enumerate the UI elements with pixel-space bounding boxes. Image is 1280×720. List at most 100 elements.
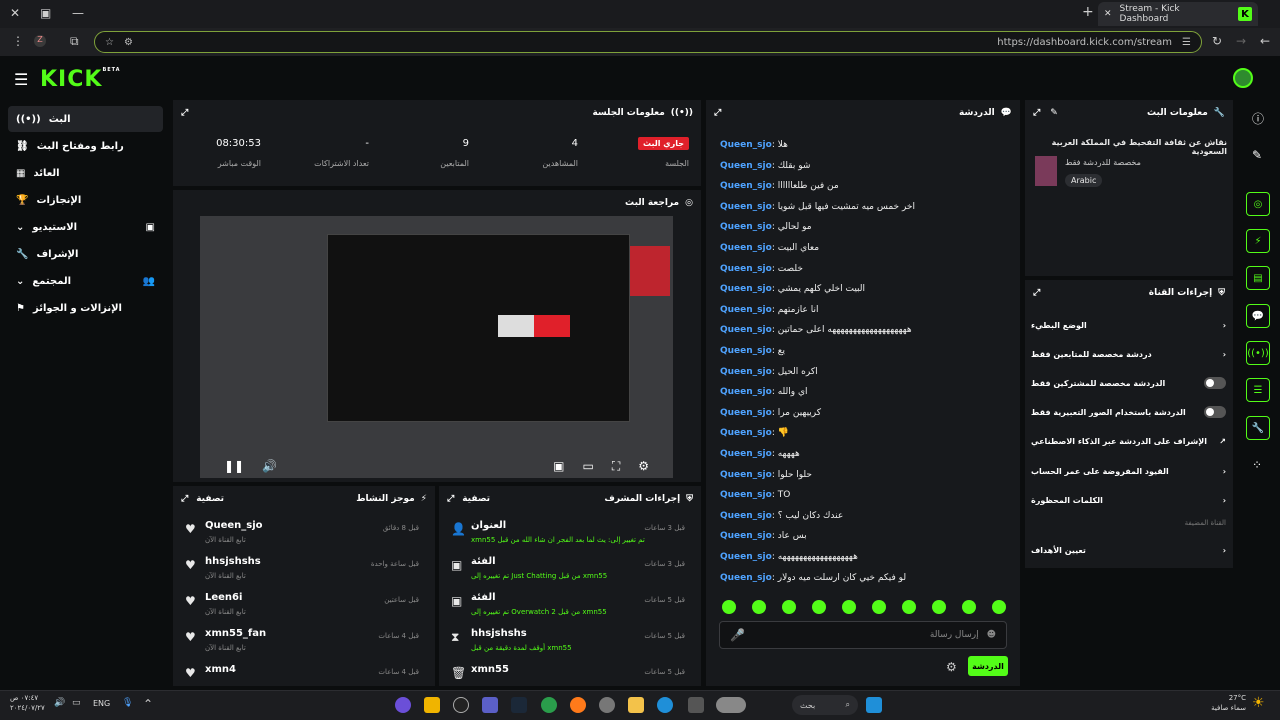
chat-message[interactable]: Queen_sjo: ههههههههههههههههههه xyxy=(720,552,858,562)
emote-icon[interactable] xyxy=(962,600,976,614)
sidebar-item-stream[interactable]: ((•)) البث xyxy=(8,106,163,132)
chat-message[interactable]: Queen_sjo: شو بقلك xyxy=(720,161,810,171)
slow-mode-row[interactable]: الوضع البطيء › xyxy=(1031,315,1226,335)
emote-icon[interactable] xyxy=(902,600,916,614)
chat-input[interactable]: 🎤 إرسال رسالة ☻ xyxy=(719,621,1007,649)
chat-username[interactable]: Queen_sjo xyxy=(720,243,772,253)
rail-button-layout[interactable]: ☰ xyxy=(1246,378,1270,402)
expand-icon[interactable]: ⤢ xyxy=(1033,108,1040,118)
avatar[interactable] xyxy=(1233,68,1253,88)
more-icon[interactable]: ⁘ xyxy=(1252,458,1262,472)
language-indicator[interactable]: ENG xyxy=(93,699,110,708)
theater-icon[interactable]: ▭ xyxy=(582,459,593,474)
expand-icon[interactable]: ⤢ xyxy=(181,108,188,118)
banned-words-row[interactable]: الكلمات المحظورة › xyxy=(1031,490,1226,510)
chat-username[interactable]: Queen_sjo xyxy=(720,387,772,397)
reload-icon[interactable]: ↻ xyxy=(1212,34,1222,48)
expand-icon[interactable]: ⤢ xyxy=(447,494,454,504)
browser-tab[interactable]: ✕ Stream - Kick Dashboard K xyxy=(1098,2,1258,26)
emoji-icon[interactable]: ☻ xyxy=(987,630,996,640)
close-tab-icon[interactable]: ✕ xyxy=(1104,9,1112,19)
maximize-window-icon[interactable]: ▣ xyxy=(40,6,51,20)
sidebar-item-community[interactable]: ⌄ المجتمع 👥 xyxy=(8,268,163,294)
chat-message[interactable]: Queen_sjo: TO xyxy=(720,490,790,500)
list-item[interactable]: قبل 5 ساعات 🗑 xmn55 xyxy=(447,662,693,682)
fullscreen-icon[interactable]: ⛶ xyxy=(612,459,620,474)
subs-only-toggle[interactable] xyxy=(1204,377,1226,389)
rail-button-mod[interactable]: 🔧 xyxy=(1246,416,1270,440)
extensions-icon[interactable]: ⧉ xyxy=(70,34,79,49)
list-item[interactable]: قبل ساعتين ♥ Leen6i تابع القناة الآن xyxy=(181,590,427,626)
firefox-icon[interactable] xyxy=(570,697,586,713)
chat-message[interactable]: Queen_sjo: كرييهين مرا xyxy=(720,408,821,418)
send-chat-button[interactable]: الدردشة xyxy=(968,656,1008,676)
steam-icon[interactable] xyxy=(511,697,527,713)
chat-message[interactable]: Queen_sjo: بس عاد xyxy=(720,531,807,541)
chat-username[interactable]: Queen_sjo xyxy=(720,428,772,438)
teams-icon[interactable] xyxy=(482,697,498,713)
chrome-icon[interactable] xyxy=(541,697,557,713)
chat-settings-icon[interactable]: ⚙ xyxy=(946,660,957,674)
chat-message[interactable]: Queen_sjo: البيت اخلي كلهم يمشي xyxy=(720,284,865,294)
list-item[interactable]: قبل 4 ساعات ♥ xmn4 xyxy=(181,662,427,682)
chat-username[interactable]: Queen_sjo xyxy=(720,552,772,562)
menu-dots-icon[interactable]: ⋮ xyxy=(12,34,24,48)
chat-message[interactable]: Queen_sjo: مو لحالي xyxy=(720,222,812,232)
edit-icon[interactable]: ✎ xyxy=(1252,148,1262,162)
emote-icon[interactable] xyxy=(782,600,796,614)
rail-button-notes[interactable]: ▤ xyxy=(1246,266,1270,290)
expand-icon[interactable]: ⤢ xyxy=(1033,288,1040,298)
app-icon[interactable] xyxy=(424,697,440,713)
list-item[interactable]: قبل 5 ساعات ▣ الفئة تم تغييره إلى Overwatch… xyxy=(447,590,693,626)
site-settings-icon[interactable]: ⚙ xyxy=(124,37,133,48)
emote-icon[interactable] xyxy=(812,600,826,614)
chat-username[interactable]: Queen_sjo xyxy=(720,222,772,232)
rail-button-live[interactable]: ((•)) xyxy=(1246,341,1270,365)
chat-username[interactable]: Queen_sjo xyxy=(720,408,772,418)
chat-username[interactable]: Queen_sjo xyxy=(720,470,772,480)
sidebar-item-achievements[interactable]: 🏆 الإنجازات xyxy=(8,187,163,213)
emote-icon[interactable] xyxy=(932,600,946,614)
chat-username[interactable]: Queen_sjo xyxy=(720,181,772,191)
sidebar-item-studio[interactable]: ⌄ الاستيديو ▣ xyxy=(8,214,163,240)
chat-message[interactable]: Queen_sjo: يع xyxy=(720,346,785,356)
chat-message[interactable]: Queen_sjo: هههههههههههههههههههه اعلى حما… xyxy=(720,325,912,335)
emote-icon[interactable] xyxy=(872,600,886,614)
discord-icon[interactable] xyxy=(395,697,411,713)
expand-icon[interactable]: ⤢ xyxy=(181,494,188,504)
clock[interactable]: ٠٧:٤٧ ص ٢٠٢٤/٠٧/٢٧ xyxy=(10,693,45,713)
chat-username[interactable]: Queen_sjo xyxy=(720,325,772,335)
rail-button-activity[interactable]: ⚡ xyxy=(1246,229,1270,253)
goals-row[interactable]: تعيين الأهداف › xyxy=(1031,540,1226,560)
sidebar-item-revenue[interactable]: ▦ العائد xyxy=(8,160,163,186)
mic-icon[interactable]: 🎤 xyxy=(730,628,745,642)
ai-mod-row[interactable]: الإشراف على الدردشة عبر الذكاء الاصطناعي… xyxy=(1031,431,1226,451)
extension-icon[interactable]: Z xyxy=(34,35,46,47)
chat-username[interactable]: Queen_sjo xyxy=(720,305,772,315)
chat-message[interactable]: Queen_sjo: اي والله xyxy=(720,387,808,397)
emote-icon[interactable] xyxy=(842,600,856,614)
chat-message[interactable]: Queen_sjo: لو فيكم خيي كان ارسلت ميه دول… xyxy=(720,573,906,583)
obs-icon[interactable] xyxy=(453,697,469,713)
chat-username[interactable]: Queen_sjo xyxy=(720,264,772,274)
omnibox[interactable]: ☆ ⚙ https://dashboard.kick.com/stream ☰ xyxy=(94,31,1202,53)
chat-message[interactable]: Queen_sjo: انا عازمتهم xyxy=(720,305,818,315)
followers-only-row[interactable]: دردشة مخصصة للمتابعين فقط › xyxy=(1031,344,1226,364)
age-limit-row[interactable]: القيود المفروضة على عمر الحساب › xyxy=(1031,461,1226,481)
speaker-icon[interactable]: 🔊 xyxy=(54,698,65,708)
close-window-icon[interactable]: ✕ xyxy=(10,6,20,20)
sidebar-item-drops[interactable]: ⚑ الإنزالات و الجوائز xyxy=(8,295,163,321)
back-icon[interactable]: ← xyxy=(1260,34,1270,48)
pip-icon[interactable]: ▣ xyxy=(553,459,564,474)
search-box[interactable]: بحث ⌕ xyxy=(792,695,858,715)
expand-icon[interactable]: ⤢ xyxy=(714,108,721,118)
chat-username[interactable]: Queen_sjo xyxy=(720,161,772,171)
chat-message[interactable]: Queen_sjo: هلا xyxy=(720,140,788,150)
chat-message[interactable]: Queen_sjo: خلصت xyxy=(720,264,803,274)
chat-username[interactable]: Queen_sjo xyxy=(720,202,772,212)
list-item[interactable]: قبل ساعة واحدة ♥ hhsjshshs تابع القناة الآن xyxy=(181,554,427,590)
chat-message[interactable]: Queen_sjo: معاي البيت xyxy=(720,243,819,253)
chat-username[interactable]: Queen_sjo xyxy=(720,284,772,294)
chat-message[interactable]: Queen_sjo: 👎 xyxy=(720,428,789,438)
list-item[interactable]: قبل 3 ساعات 👤 العنوان xmn55 تم تغيير إلى: ي… xyxy=(447,518,693,554)
